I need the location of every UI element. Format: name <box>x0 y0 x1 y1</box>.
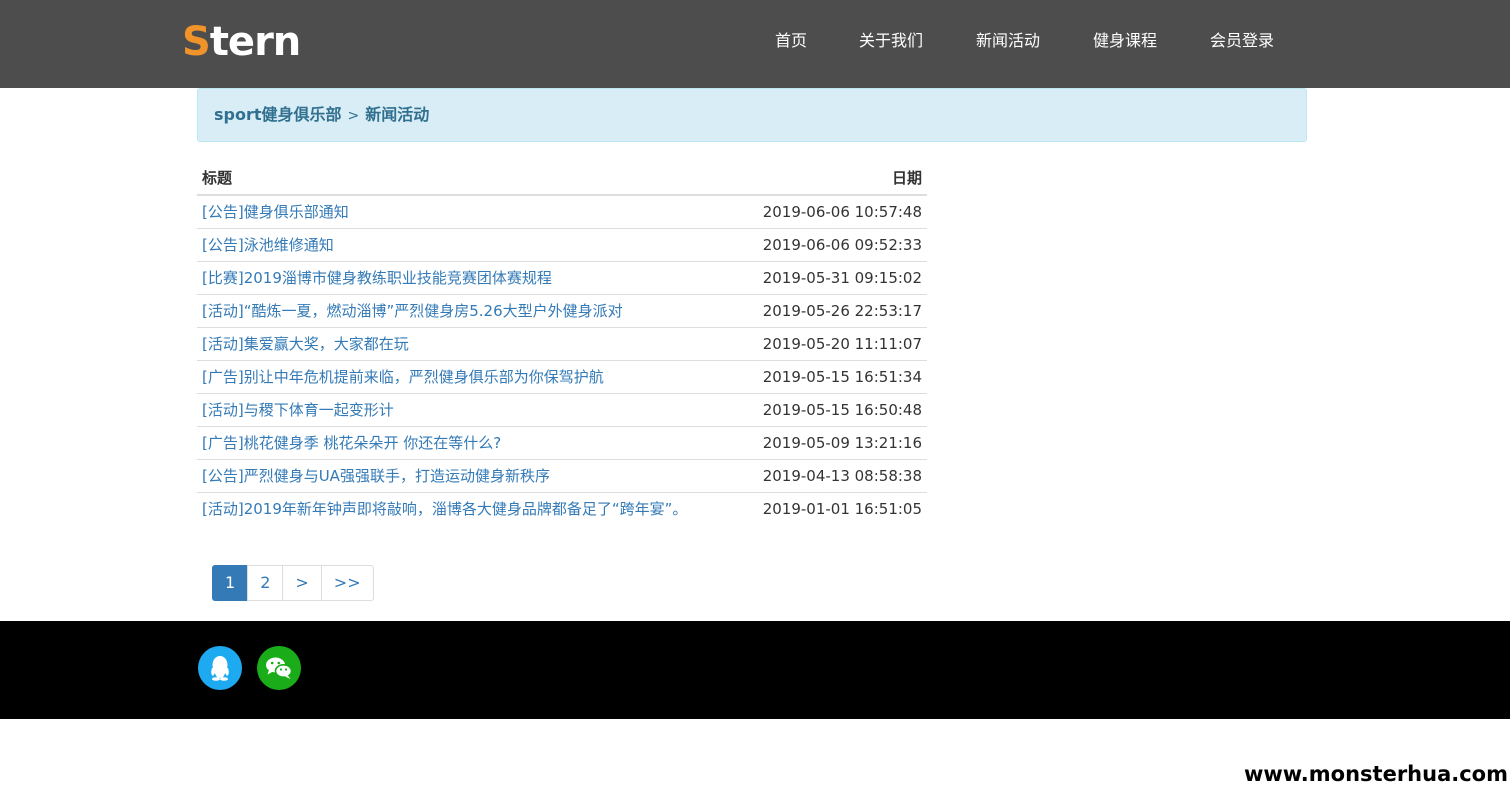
table-row: [广告]桃花健身季 桃花朵朵开 你还在等什么? 2019-05-09 13:21:… <box>197 425 927 459</box>
column-header-title: 标题 <box>197 160 742 196</box>
table-row: [公告]健身俱乐部通知 2019-06-06 10:57:48 <box>197 194 927 228</box>
wechat-icon[interactable] <box>257 646 301 690</box>
column-header-date: 日期 <box>741 160 927 196</box>
watermark-text: www.monsterhua.com <box>1243 762 1508 786</box>
table-row: [活动]2019年新年钟声即将敲响，淄博各大健身品牌都备足了“跨年宴”。 2019… <box>197 491 927 525</box>
news-title-cell: [广告]别让中年危机提前来临，严烈健身俱乐部为你保驾护航 <box>197 359 742 393</box>
breadcrumb: sport健身俱乐部 > 新闻活动 <box>197 88 1307 142</box>
news-title-cell: [活动]集爱赢大奖，大家都在玩 <box>197 326 742 360</box>
breadcrumb-root[interactable]: sport健身俱乐部 <box>214 105 342 124</box>
nav-item-login[interactable]: 会员登录 <box>1210 31 1274 51</box>
news-date-cell: 2019-01-01 16:51:05 <box>741 491 927 525</box>
news-rows: [公告]健身俱乐部通知 2019-06-06 10:57:48 [公告]泳池维修通知… <box>197 194 927 525</box>
news-title-link[interactable]: [广告]桃花健身季 桃花朵朵开 你还在等什么? <box>202 434 501 452</box>
news-title-link[interactable]: [广告]别让中年危机提前来临，严烈健身俱乐部为你保驾护航 <box>202 368 604 386</box>
news-title-link[interactable]: [活动]与稷下体育一起变形计 <box>202 401 394 419</box>
news-title-cell: [公告]健身俱乐部通知 <box>197 194 742 228</box>
page-link-1[interactable]: 1 <box>212 565 249 601</box>
news-date-cell: 2019-05-26 22:53:17 <box>741 293 927 327</box>
news-title-link[interactable]: [公告]严烈健身与UA强强联手，打造运动健身新秩序 <box>202 467 550 485</box>
news-date-cell: 2019-04-13 08:58:38 <box>741 458 927 492</box>
news-title-cell: [活动]与稷下体育一起变形计 <box>197 392 742 426</box>
news-date-cell: 2019-05-15 16:51:34 <box>741 359 927 393</box>
nav-item-courses[interactable]: 健身课程 <box>1093 31 1157 51</box>
news-title-link[interactable]: [比赛]2019淄博市健身教练职业技能竞赛团体赛规程 <box>202 269 552 287</box>
news-title-cell: [比赛]2019淄博市健身教练职业技能竞赛团体赛规程 <box>197 260 742 294</box>
table-row: [广告]别让中年危机提前来临，严烈健身俱乐部为你保驾护航 2019-05-15 1… <box>197 359 927 393</box>
news-date-cell: 2019-05-20 11:11:07 <box>741 326 927 360</box>
nav-item-news[interactable]: 新闻活动 <box>976 31 1040 51</box>
nav-item-home[interactable]: 首页 <box>775 31 807 51</box>
table-row: [活动]集爱赢大奖，大家都在玩 2019-05-20 11:11:07 <box>197 326 927 360</box>
news-date-cell: 2019-06-06 10:57:48 <box>741 194 927 228</box>
qq-icon[interactable] <box>198 646 242 690</box>
table-header-row: 标题 日期 <box>197 160 927 196</box>
news-title-link[interactable]: [公告]泳池维修通知 <box>202 236 334 254</box>
page-link-2[interactable]: 2 <box>247 565 284 601</box>
nav-item-about[interactable]: 关于我们 <box>859 31 923 51</box>
news-title-cell: [活动]“酷炼一夏，燃动淄博”严烈健身房5.26大型户外健身派对 <box>197 293 742 327</box>
news-title-link[interactable]: [活动]2019年新年钟声即将敲响，淄博各大健身品牌都备足了“跨年宴”。 <box>202 500 687 518</box>
breadcrumb-current: 新闻活动 <box>365 105 430 124</box>
footer <box>0 621 1510 719</box>
news-title-link[interactable]: [活动]“酷炼一夏，燃动淄博”严烈健身房5.26大型户外健身派对 <box>202 302 623 320</box>
pagination: 1 2 > >> <box>212 565 374 601</box>
table-row: [活动]与稷下体育一起变形计 2019-05-15 16:50:48 <box>197 392 927 426</box>
main-nav: 首页 关于我们 新闻活动 健身课程 会员登录 <box>0 0 1510 88</box>
top-navbar: Stern 首页 关于我们 新闻活动 健身课程 会员登录 <box>0 0 1510 88</box>
news-title-cell: [公告]严烈健身与UA强强联手，打造运动健身新秩序 <box>197 458 742 492</box>
news-title-link[interactable]: [公告]健身俱乐部通知 <box>202 203 349 221</box>
news-title-cell: [活动]2019年新年钟声即将敲响，淄博各大健身品牌都备足了“跨年宴”。 <box>197 491 742 525</box>
table-row: [公告]严烈健身与UA强强联手，打造运动健身新秩序 2019-04-13 08:5… <box>197 458 927 492</box>
news-date-cell: 2019-05-09 13:21:16 <box>741 425 927 459</box>
news-date-cell: 2019-06-06 09:52:33 <box>741 227 927 261</box>
page-last-button[interactable]: >> <box>320 565 374 601</box>
news-date-cell: 2019-05-31 09:15:02 <box>741 260 927 294</box>
news-table: 标题 日期 [公告]健身俱乐部通知 2019-06-06 10:57:48 [公告]… <box>197 160 927 525</box>
breadcrumb-separator: > <box>347 108 360 124</box>
table-row: [比赛]2019淄博市健身教练职业技能竞赛团体赛规程 2019-05-31 09:… <box>197 260 927 294</box>
page-next-button[interactable]: > <box>282 565 322 601</box>
news-title-link[interactable]: [活动]集爱赢大奖，大家都在玩 <box>202 335 409 353</box>
news-title-cell: [公告]泳池维修通知 <box>197 227 742 261</box>
table-row: [活动]“酷炼一夏，燃动淄博”严烈健身房5.26大型户外健身派对 2019-05-… <box>197 293 927 327</box>
news-title-cell: [广告]桃花健身季 桃花朵朵开 你还在等什么? <box>197 425 742 459</box>
table-row: [公告]泳池维修通知 2019-06-06 09:52:33 <box>197 227 927 261</box>
news-date-cell: 2019-05-15 16:50:48 <box>741 392 927 426</box>
